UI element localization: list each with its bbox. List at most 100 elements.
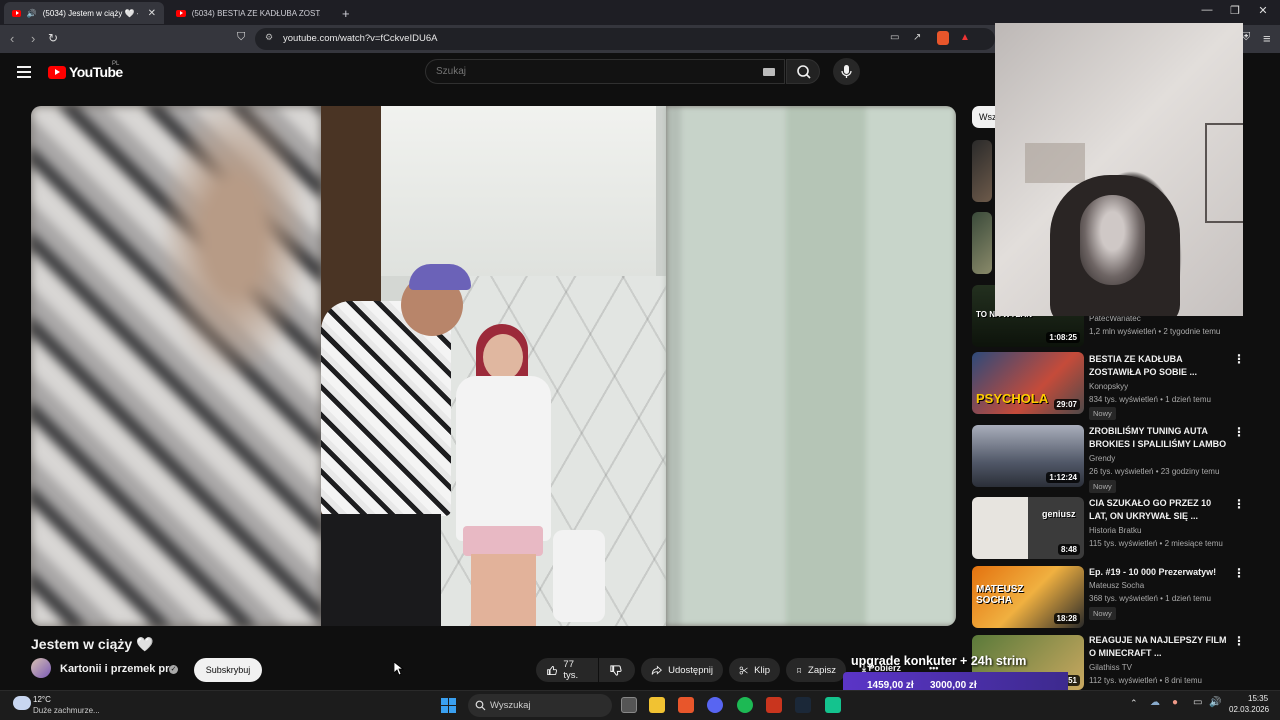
speaker-icon[interactable]: 🔊 — [27, 9, 37, 18]
brave-browser-icon[interactable] — [678, 697, 694, 713]
video-thumbnail[interactable] — [972, 212, 992, 274]
more-options-icon[interactable]: ⋮ — [1233, 566, 1245, 580]
scissors-icon — [739, 666, 748, 674]
clip-button[interactable]: Klip — [729, 658, 780, 682]
site-info-icon[interactable]: ⚙ — [265, 32, 273, 43]
minimize-icon[interactable]: — — [1195, 4, 1219, 16]
restore-icon[interactable]: ❐ — [1223, 4, 1247, 17]
tray-chevron-icon[interactable]: ⌃ — [1130, 698, 1138, 709]
video-title[interactable]: Ep. #19 - 10 000 Prezerwatyw! — [1089, 566, 1229, 579]
youtube-play-icon — [48, 65, 66, 79]
more-options-icon[interactable]: ⋮ — [1233, 352, 1245, 366]
voice-search-button[interactable] — [833, 58, 860, 85]
video-channel[interactable]: Konopskyy — [1089, 382, 1128, 391]
video-title[interactable]: CIA SZUKAŁO GO PRZEZ 10 LAT, ON UKRYWAŁ … — [1089, 497, 1229, 523]
app-icon[interactable] — [825, 697, 841, 713]
weather-description[interactable]: Duże zachmurze... — [33, 706, 100, 715]
steam-icon[interactable] — [795, 697, 811, 713]
close-window-icon[interactable]: ✕ — [1251, 4, 1275, 17]
network-icon[interactable]: ▭ — [1193, 697, 1202, 708]
video-channel[interactable]: Grendy — [1089, 454, 1115, 463]
back-icon[interactable]: ‹ — [10, 31, 14, 46]
video-title[interactable]: ZROBILIŚMY TUNING AUTA BROKIES I SPALILI… — [1089, 425, 1229, 451]
video-channel[interactable]: Gilathiss TV — [1089, 663, 1132, 672]
video-title[interactable]: REAGUJE NA NAJLEPSZY FILM O MINECRAFT ..… — [1089, 634, 1229, 660]
channel-avatar[interactable] — [31, 658, 51, 678]
reload-icon[interactable]: ↻ — [48, 31, 58, 45]
more-options-icon[interactable]: ⋮ — [1233, 497, 1245, 511]
more-options-icon[interactable]: ⋮ — [1233, 634, 1245, 648]
cast-icon[interactable]: ▭ — [890, 32, 899, 43]
clock-date[interactable]: 02.03.2026 — [1229, 705, 1269, 714]
share-button[interactable]: Udostępnij — [641, 658, 723, 682]
discord-icon[interactable] — [707, 697, 723, 713]
more-icon[interactable]: ••• — [929, 663, 938, 673]
video-duration: 1:12:24 — [1046, 472, 1080, 483]
forward-icon[interactable]: › — [31, 31, 35, 46]
tab-inactive[interactable]: (5034) BESTIA ZE KADŁUBA ZOSTAW — [168, 2, 328, 24]
clock-time[interactable]: 15:35 — [1248, 694, 1268, 703]
more-options-icon[interactable]: ⋮ — [1233, 425, 1245, 439]
file-explorer-icon[interactable] — [649, 697, 665, 713]
search-button[interactable] — [786, 59, 820, 84]
video-meta: 112 tys. wyświetleń • 8 dni temu — [1089, 676, 1202, 685]
like-button[interactable]: 77 tys. — [536, 658, 598, 682]
taskbar-search[interactable]: Wyszukaj — [468, 694, 612, 717]
video-meta: 834 tys. wyświetleń • 1 dzień temu — [1089, 395, 1211, 404]
save-label: Zapisz — [808, 664, 836, 676]
shield-app-icon[interactable] — [766, 697, 782, 713]
guide-menu-icon[interactable] — [17, 66, 31, 78]
new-tab-button[interactable]: + — [334, 2, 358, 24]
save-button[interactable]: Zapisz — [786, 658, 846, 682]
thumbnail-text: geniusz — [1042, 509, 1076, 519]
channel-name[interactable]: Kartonii i przemek pro — [60, 663, 176, 675]
url-text: youtube.com/watch?v=fCckveIDU6A — [283, 33, 438, 44]
task-view-icon[interactable] — [621, 697, 637, 713]
bookmark-save-icon — [797, 667, 801, 673]
search-box[interactable] — [425, 59, 785, 84]
tray-app-icon[interactable]: ● — [1172, 697, 1178, 708]
thumbnail-text: PSYCHOLA — [976, 391, 1049, 406]
volume-icon[interactable]: 🔊 — [1209, 697, 1221, 708]
subscribe-button[interactable]: Subskrybuj — [194, 658, 262, 682]
windows-start-icon[interactable] — [441, 698, 457, 714]
dislike-button[interactable] — [599, 658, 635, 682]
download-button[interactable]: ⤓ Pobierz ••• — [862, 663, 938, 674]
weather-temperature[interactable]: 12°C — [33, 695, 51, 704]
browser-tab-strip: 🔊 (5034) Jestem w ciąży 🤍 - Yo ✕ (5034) … — [0, 0, 1280, 25]
keyboard-icon[interactable] — [763, 68, 775, 76]
new-badge: Nowy — [1089, 407, 1116, 420]
tab-title: (5034) BESTIA ZE KADŁUBA ZOSTAW — [191, 8, 320, 18]
bookmark-icon[interactable]: ⛉ — [237, 31, 245, 44]
share-icon[interactable]: ↗ — [913, 32, 921, 43]
url-field[interactable]: ⚙ youtube.com/watch?v=fCckveIDU6A ▭ ↗ ▲ — [255, 28, 995, 50]
download-label: Pobierz — [868, 663, 901, 673]
video-channel[interactable]: Historia Bratku — [1089, 526, 1141, 535]
video-thumbnail[interactable] — [972, 140, 992, 202]
video-thumbnail[interactable]: MATEUSZ SOCHA 18:28 — [972, 566, 1084, 628]
video-ceiling — [381, 106, 656, 276]
video-thumbnail[interactable]: PSYCHOLA 29:07 — [972, 352, 1084, 414]
new-badge: Nowy — [1089, 480, 1116, 493]
webcam-animal-face — [1080, 195, 1145, 285]
video-thumbnail[interactable]: geniusz 8:48 — [972, 497, 1084, 559]
webcam-background-object — [1205, 123, 1243, 223]
video-channel[interactable]: Mateusz Socha — [1089, 581, 1144, 590]
video-toilet — [553, 530, 605, 622]
brave-rewards-icon[interactable]: ▲ — [960, 32, 970, 43]
tab-active[interactable]: 🔊 (5034) Jestem w ciąży 🤍 - Yo ✕ — [4, 2, 164, 24]
cloud-tray-icon[interactable]: ☁ — [1150, 697, 1160, 708]
video-duration: 29:07 — [1053, 399, 1080, 410]
vpn-icon[interactable]: ⛨ — [1242, 31, 1250, 44]
video-thumbnail[interactable]: 1:12:24 — [972, 425, 1084, 487]
cloud-icon[interactable] — [13, 696, 31, 710]
video-title[interactable]: BESTIA ZE KADŁUBA ZOSTAWIŁA PO SOBIE ... — [1089, 353, 1229, 379]
close-tab-icon[interactable]: ✕ — [148, 8, 156, 19]
search-input[interactable] — [436, 66, 736, 77]
brave-shield-icon[interactable] — [937, 31, 949, 45]
spotify-icon[interactable] — [737, 697, 753, 713]
menu-icon[interactable]: ≡ — [1263, 31, 1271, 46]
video-player[interactable] — [31, 106, 956, 626]
new-badge: Nowy — [1089, 607, 1116, 620]
like-count: 77 tys. — [563, 659, 579, 681]
